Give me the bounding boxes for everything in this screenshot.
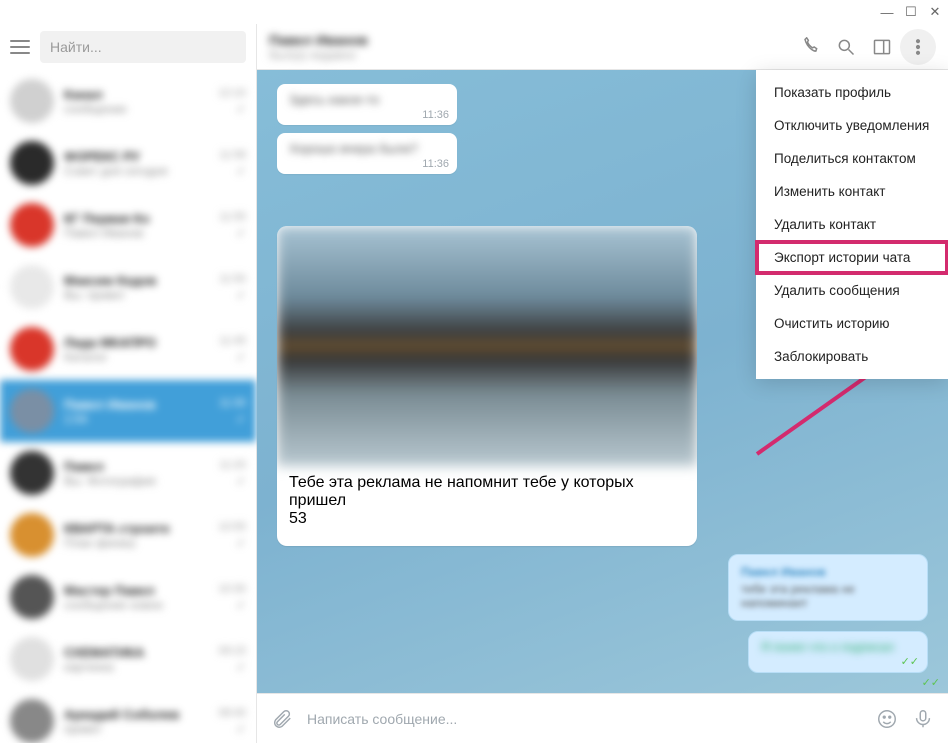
chat-list-item[interactable]: Канал12:10 сообщение✓ xyxy=(0,70,256,132)
message-in[interactable]: Хорошо вчера были? 11:36 xyxy=(277,133,457,174)
avatar xyxy=(10,265,54,309)
chat-list-item[interactable]: Аркадий Соболев08:40 привет✓ xyxy=(0,690,256,743)
message-photo[interactable] xyxy=(277,226,697,466)
left-panel: Канал12:10 сообщение✓ ФОРЕКС РУ11:58 Сов… xyxy=(0,24,257,743)
call-button[interactable] xyxy=(792,29,828,65)
chat-list-item[interactable]: Мастер Павел10:30 сообщение новое✓ xyxy=(0,566,256,628)
menu-item[interactable]: Показать профиль xyxy=(756,76,948,109)
menu-item[interactable]: Удалить сообщения xyxy=(756,274,948,307)
chat-header: Павел Иванов был(а) недавно xyxy=(257,24,948,70)
message-input[interactable] xyxy=(307,711,862,727)
avatar xyxy=(10,389,54,433)
chat-list-item[interactable]: СХЕМАТИКА09:15 картинка✓ xyxy=(0,628,256,690)
right-panel: Павел Иванов был(а) недавно Здесь какое-… xyxy=(257,24,948,743)
search-icon xyxy=(836,37,856,57)
window-minimize-button[interactable]: — xyxy=(880,5,894,19)
menu-icon[interactable] xyxy=(10,40,30,54)
menu-item[interactable]: Очистить историю xyxy=(756,307,948,340)
chat-list-item[interactable]: КВАРТА строите10:55 План финиш✓ xyxy=(0,504,256,566)
left-header xyxy=(0,24,256,70)
chat-list-item[interactable]: Павел Иванов11:30 1:54✓ xyxy=(0,380,256,442)
chat-list-item[interactable]: Лида МКАПРО11:45 Каталог✓ xyxy=(0,318,256,380)
menu-item[interactable]: Заблокировать xyxy=(756,340,948,373)
avatar xyxy=(10,141,54,185)
chat-list-item[interactable]: Павел11:20 Вы: Фотография✓ xyxy=(0,442,256,504)
message-time: 11:36 xyxy=(422,109,449,121)
photo-message[interactable]: Тебе эта реклама не напомнит тебе у кото… xyxy=(277,226,697,546)
chat-list[interactable]: Канал12:10 сообщение✓ ФОРЕКС РУ11:58 Сов… xyxy=(0,70,256,743)
message-out[interactable]: Я понял что о подписал ✓✓ xyxy=(748,631,928,673)
message-time: 53 xyxy=(289,510,307,527)
context-menu: Показать профильОтключить уведомленияПод… xyxy=(756,70,948,379)
chat-subtitle: был(а) недавно xyxy=(269,48,792,62)
window-close-button[interactable]: ✕ xyxy=(928,5,942,19)
avatar xyxy=(10,637,54,681)
avatar xyxy=(10,203,54,247)
more-button[interactable] xyxy=(900,29,936,65)
chat-list-item[interactable]: ФОРЕКС РУ11:58 Совет дня сегодня✓ xyxy=(0,132,256,194)
menu-item[interactable]: Отключить уведомления xyxy=(756,109,948,142)
attach-icon[interactable] xyxy=(271,708,293,730)
search-input[interactable] xyxy=(50,39,236,55)
sidebar-toggle-button[interactable] xyxy=(864,29,900,65)
forwarded-message-out[interactable]: Павел Иванов тебе эта реклама ненапомина… xyxy=(728,554,928,621)
read-tick-icon: ✓✓ xyxy=(922,676,940,689)
avatar xyxy=(10,451,54,495)
menu-item[interactable]: Поделиться контактом xyxy=(756,142,948,175)
sidebar-panel-icon xyxy=(872,37,892,57)
message-time: 11:36 xyxy=(422,158,449,170)
avatar xyxy=(10,79,54,123)
menu-item[interactable]: Изменить контакт xyxy=(756,175,948,208)
more-vertical-icon xyxy=(908,37,928,57)
message-in[interactable]: Здесь какое-то 11:36 xyxy=(277,84,457,125)
search-field[interactable] xyxy=(40,31,246,63)
avatar xyxy=(10,513,54,557)
emoji-icon[interactable] xyxy=(876,708,898,730)
chat-title: Павел Иванов xyxy=(269,32,792,48)
avatar xyxy=(10,699,54,743)
avatar xyxy=(10,327,54,371)
menu-item[interactable]: Удалить контакт xyxy=(756,208,948,241)
chat-list-item[interactable]: КГ Первая Ко11:55 Павел Иванов✓ xyxy=(0,194,256,256)
message-composer xyxy=(257,693,948,743)
menu-item[interactable]: Экспорт истории чата xyxy=(756,241,948,274)
search-chat-button[interactable] xyxy=(828,29,864,65)
call-icon xyxy=(800,37,820,57)
window-maximize-button[interactable]: ☐ xyxy=(904,5,918,19)
avatar xyxy=(10,575,54,619)
microphone-icon[interactable] xyxy=(912,708,934,730)
read-tick-icon: ✓✓ xyxy=(901,655,919,668)
chat-list-item[interactable]: Максим Кедов11:50 Вы: привет✓ xyxy=(0,256,256,318)
window-titlebar: — ☐ ✕ xyxy=(0,0,948,24)
